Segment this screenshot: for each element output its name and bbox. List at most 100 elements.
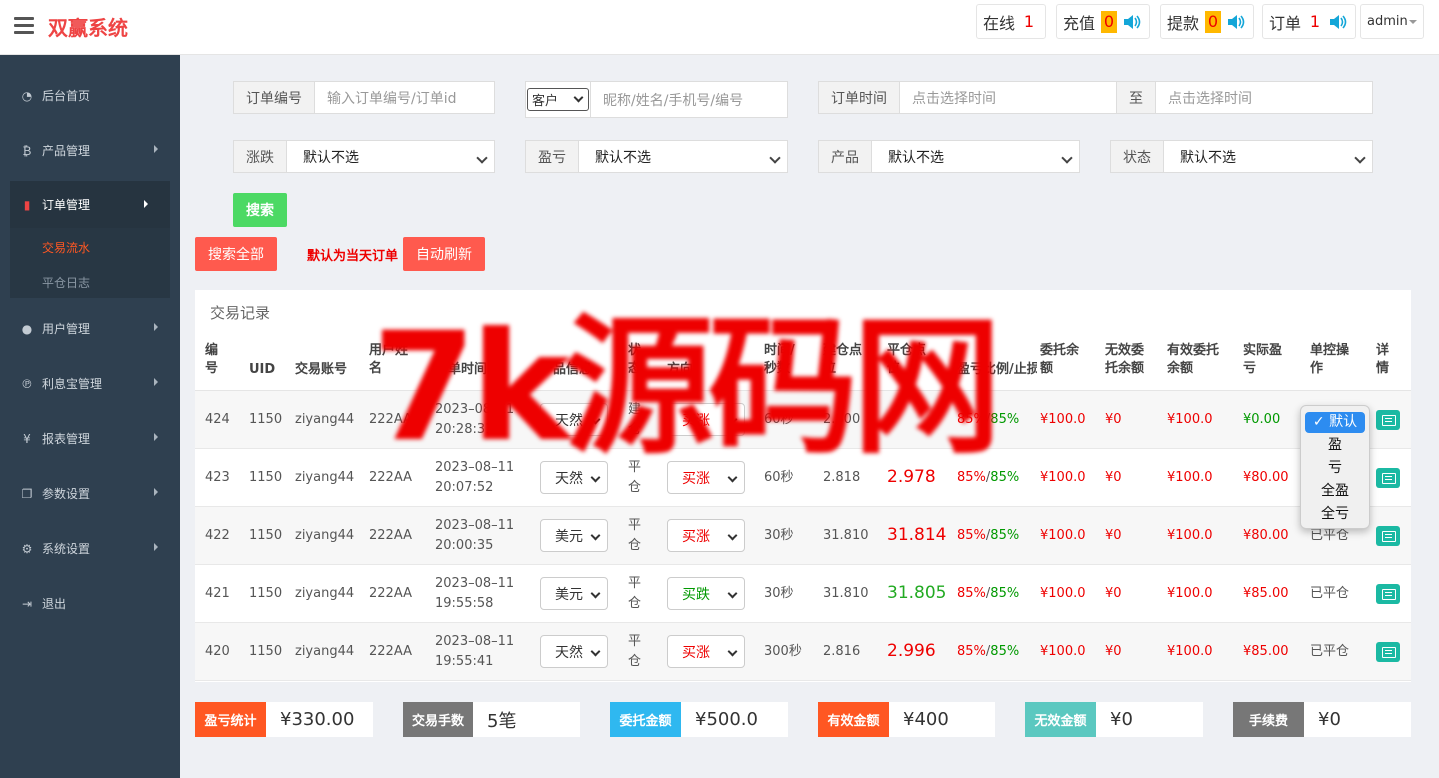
cell-account: ziyang44 [295,528,355,543]
trade-records-panel: 交易记录 编号 UID 交易账号 用户姓名 订单时间 产品信息 状态 方向 时间… [195,290,1411,682]
dropdown-option-profit[interactable]: 盈 [1305,435,1365,456]
recharge-label: 充值 [1063,13,1096,33]
direction-select[interactable]: 买涨 [667,635,745,668]
time-start-input[interactable]: 点击选择时间 [900,82,1116,113]
summary-value: 5笔 [487,710,517,732]
cell-name: 222AA [369,470,412,485]
profit-select[interactable]: 默认不选 [579,141,787,172]
summary-invalid: 无效金额 ¥0 [1025,702,1203,737]
sidebar-item-reports[interactable]: ¥ 报表管理 [0,411,180,466]
orders-stat[interactable]: 订单 1 [1262,4,1356,39]
sidebar-item-interest[interactable]: ℗ 利息宝管理 [0,356,180,411]
control-dropdown[interactable]: ✓ 默认 盈 亏 全盈 全亏 [1300,405,1370,529]
menu-toggle-icon[interactable] [14,17,34,35]
sidebar-item-label: 退出 [42,597,67,611]
sidebar-item-users[interactable]: ● 用户管理 [0,301,180,356]
speaker-icon[interactable] [1227,14,1247,30]
auto-refresh-button[interactable]: 自动刷新 [403,237,485,271]
sidebar-item-system[interactable]: ⚙ 系统设置 [0,521,180,576]
sidebar-item-label: 参数设置 [42,487,91,501]
dropdown-option-all-loss[interactable]: 全亏 [1305,504,1365,525]
dropdown-option-loss[interactable]: 亏 [1305,458,1365,479]
cell-valid: ¥100.0 [1167,412,1213,427]
order-no-input[interactable]: 输入订单编号/订单id [315,82,494,113]
cell-status: 仓 [628,480,642,495]
dropdown-option-all-profit[interactable]: 全盈 [1305,481,1365,502]
sidebar-item-params[interactable]: ❐ 参数设置 [0,466,180,521]
direction-select[interactable]: 买涨 [667,461,745,494]
cell-ratio: 85%/85% [957,410,1019,430]
detail-icon[interactable] [1376,642,1400,662]
direction-select[interactable]: 买涨 [667,519,745,552]
speaker-icon[interactable] [1329,14,1349,30]
cell-date: 2023–08–11 [435,518,515,533]
summary-fee: 手续费 ¥0 [1233,702,1411,737]
withdraw-count: 0 [1205,10,1221,33]
cell-valid: ¥100.0 [1167,528,1213,543]
sidebar-item-orders[interactable]: ▮ 订单管理 [10,181,170,228]
submenu-trade-flow[interactable]: 交易流水 [42,239,90,256]
recharge-stat[interactable]: 充值 0 [1056,4,1150,39]
dropdown-option-default[interactable]: ✓ 默认 [1305,412,1365,433]
product-select[interactable]: 天然 [540,461,608,494]
sidebar-item-products[interactable]: ₿ 产品管理 [0,123,180,178]
product-select[interactable]: 天然 [540,403,608,436]
detail-icon[interactable] [1376,410,1400,430]
direction-select[interactable]: 买涨 [667,403,745,436]
cell-time: 19:55:41 [435,654,494,669]
cell-entrust: ¥100.0 [1040,586,1086,601]
col-header: 建仓点位 [823,343,863,376]
time-end-input[interactable]: 点击选择时间 [1156,82,1372,113]
cell-date: 2023–08–11 [435,634,515,649]
product-select[interactable]: 天然 [540,635,608,668]
cell-profit: ¥80.00 [1243,528,1289,543]
sidebar-item-logout[interactable]: ⇥ 退出 [0,576,180,631]
direction-select[interactable]: 买跌 [667,577,745,610]
ratio-stop: 85% [990,528,1020,543]
detail-icon[interactable] [1376,584,1400,604]
logout-icon: ⇥ [21,596,33,611]
recharge-count: 0 [1101,10,1117,33]
detail-icon[interactable] [1376,468,1400,488]
customer-type-select[interactable]: 客户 [526,82,591,117]
cell-time: 20:00:35 [435,538,494,553]
ratio-stop: 85% [990,470,1020,485]
product-select[interactable]: 默认不选 [872,141,1079,172]
product-select[interactable]: 美元 [540,577,608,610]
rise-fall-select[interactable]: 默认不选 [287,141,494,172]
cell-status: 建 [628,402,642,417]
submenu-close-log[interactable]: 平仓日志 [42,274,90,291]
withdraw-stat[interactable]: 提款 0 [1160,4,1254,39]
col-header: 时间/秒数 [764,343,795,376]
cell-open-price: 2.818 [823,470,861,485]
customer-input[interactable]: 昵称/姓名/手机号/编号 [591,82,787,117]
summary-value: ¥500.0 [695,709,758,730]
product-select[interactable]: 美元 [540,519,608,552]
search-all-button[interactable]: 搜索全部 [195,237,277,271]
search-button[interactable]: 搜索 [233,193,287,227]
cell-id: 423 [205,470,230,485]
chevron-right-icon [154,378,162,386]
summary-valid: 有效金额 ¥400 [818,702,995,737]
online-stat[interactable]: 在线 1 [976,4,1046,39]
chevron-right-icon [154,323,162,331]
cell-uid: 1150 [249,470,283,485]
status-select[interactable]: 默认不选 [1164,141,1372,172]
cell-valid: ¥100.0 [1167,644,1213,659]
summary-label: 盈亏统计 [195,702,266,737]
cell-id: 421 [205,586,230,601]
cell-status: 平 [628,518,642,533]
cell-name: 222AA [369,412,412,427]
rise-fall-label: 涨跌 [234,141,287,172]
sidebar-item-label: 订单管理 [42,198,91,212]
speaker-icon[interactable] [1123,14,1143,30]
order-no-filter: 订单编号 输入订单编号/订单id [233,81,495,114]
sidebar-item-dashboard[interactable]: ◔ 后台首页 [0,68,180,123]
detail-icon[interactable] [1376,526,1400,546]
sidebar-item-label: 用户管理 [42,322,91,336]
ratio-stop: 85% [990,644,1020,659]
user-menu[interactable]: admin [1360,4,1424,39]
main-content: 订单编号 输入订单编号/订单id 客户 昵称/姓名/手机号/编号 订单时间 点击… [180,55,1439,778]
rise-fall-filter: 涨跌 默认不选 [233,140,495,173]
table-row: 423 1150 ziyang44 222AA 2023–08–11 20:07:52 平仓… [195,449,1411,507]
